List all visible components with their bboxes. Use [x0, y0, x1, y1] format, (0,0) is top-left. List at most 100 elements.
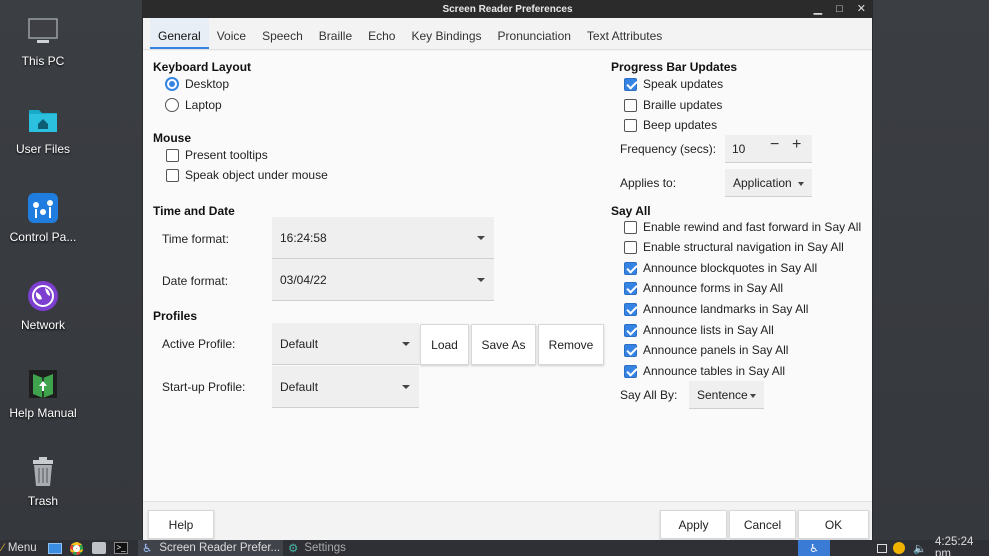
- volume-icon[interactable]: 🔈: [913, 540, 927, 556]
- desktop-icon-trash[interactable]: Trash: [0, 456, 86, 508]
- combo-value: 03/04/22: [280, 272, 327, 287]
- close-button[interactable]: ✕: [857, 1, 866, 18]
- checkbox-announce-tables[interactable]: Announce tables in Say All: [624, 362, 785, 380]
- remove-button[interactable]: Remove: [538, 324, 604, 365]
- terminal-icon[interactable]: >_: [114, 540, 128, 556]
- time-format-combo[interactable]: 16:24:58: [272, 217, 494, 259]
- notification-icon[interactable]: [877, 540, 887, 556]
- checkbox-indicator: [166, 148, 179, 162]
- dropdown-arrow-icon: [477, 277, 485, 282]
- desktop-icon-network[interactable]: Network: [0, 280, 86, 332]
- show-desktop-icon[interactable]: [48, 540, 62, 556]
- maximize-button[interactable]: □: [836, 1, 843, 18]
- book-icon: [27, 368, 59, 400]
- load-button[interactable]: Load: [420, 324, 469, 365]
- checkbox-enable-rewind[interactable]: Enable rewind and fast forward in Say Al…: [624, 218, 861, 236]
- radio-label: Laptop: [185, 98, 222, 112]
- active-profile-combo[interactable]: Default: [272, 323, 419, 365]
- checkbox-announce-lists[interactable]: Announce lists in Say All: [624, 321, 774, 339]
- tab-text-attributes[interactable]: Text Attributes: [579, 17, 670, 49]
- desktop-icon-label: User Files: [15, 142, 70, 156]
- radio-indicator: [165, 98, 179, 112]
- tab-braille[interactable]: Braille: [311, 17, 360, 49]
- spinbox-value: 10: [732, 141, 746, 156]
- accessibility-tray-icon[interactable]: ♿: [798, 540, 830, 556]
- desktop-icon-label: Trash: [27, 494, 59, 508]
- checkbox-indicator: [624, 220, 637, 234]
- taskbar-app-label: Settings: [304, 542, 346, 554]
- taskbar-app-settings[interactable]: ⚙ Settings: [288, 540, 346, 556]
- help-button[interactable]: Help: [148, 510, 214, 539]
- tab-pronunciation[interactable]: Pronunciation: [490, 17, 579, 49]
- taskbar: ⁄ Menu >_ ♿ Screen Reader Prefer... ⚙ Se…: [0, 536, 989, 556]
- checkbox-indicator: [624, 302, 637, 316]
- tab-echo[interactable]: Echo: [360, 17, 403, 49]
- file-manager-icon[interactable]: [92, 540, 106, 556]
- checkbox-label: Announce tables in Say All: [643, 364, 786, 378]
- apply-button[interactable]: Apply: [660, 510, 727, 539]
- radio-desktop[interactable]: Desktop: [165, 75, 229, 93]
- save-as-button[interactable]: Save As: [471, 324, 536, 365]
- browser-icon[interactable]: [70, 540, 83, 556]
- checkbox-announce-landmarks[interactable]: Announce landmarks in Say All: [624, 300, 808, 318]
- dropdown-value: Application: [733, 175, 792, 190]
- active-profile-label: Active Profile:: [162, 337, 236, 351]
- mouse-heading: Mouse: [153, 131, 192, 145]
- checkbox-present-tooltips[interactable]: Present tooltips: [166, 146, 268, 164]
- clock[interactable]: 4:25:24 pm: [935, 536, 989, 556]
- checkbox-braille-updates[interactable]: Braille updates: [624, 96, 722, 114]
- checkbox-speak-object-under-mouse[interactable]: Speak object under mouse: [166, 166, 328, 184]
- tab-voice[interactable]: Voice: [209, 17, 254, 49]
- combo-value: Default: [280, 379, 319, 394]
- checkbox-label: Announce lists in Say All: [643, 323, 774, 337]
- desktop-icon-user-files[interactable]: User Files: [0, 104, 86, 156]
- desktop-icon-label: Control Pa...: [9, 230, 77, 244]
- combo-value: Default: [280, 336, 319, 351]
- dropdown-arrow-icon: [402, 341, 410, 346]
- checkbox-announce-panels[interactable]: Announce panels in Say All: [624, 341, 788, 359]
- tab-general[interactable]: General: [150, 17, 209, 49]
- checkbox-speak-updates[interactable]: Speak updates: [624, 75, 723, 93]
- checkbox-announce-blockquotes[interactable]: Announce blockquotes in Say All: [624, 259, 817, 277]
- checkbox-indicator: [166, 168, 179, 182]
- date-format-combo[interactable]: 03/04/22: [272, 259, 494, 301]
- menu-logo-icon: ⁄: [2, 542, 4, 554]
- say-all-by-dropdown[interactable]: Sentence: [689, 381, 764, 409]
- increment-button[interactable]: +: [792, 136, 801, 154]
- desktop-icon-control-panel[interactable]: Control Pa...: [0, 192, 86, 244]
- settings-icon: ⚙: [288, 543, 299, 555]
- frequency-label: Frequency (secs):: [620, 142, 717, 156]
- accessibility-icon: ♿: [142, 543, 153, 555]
- taskbar-app-screen-reader[interactable]: ♿ Screen Reader Prefer...: [138, 540, 283, 556]
- ok-button[interactable]: OK: [798, 510, 869, 539]
- checkbox-label: Announce forms in Say All: [643, 281, 784, 295]
- frequency-spinbox[interactable]: 10 − +: [725, 135, 812, 163]
- keyboard-layout-heading: Keyboard Layout: [153, 60, 252, 74]
- checkbox-label: Announce blockquotes in Say All: [643, 261, 818, 275]
- applies-to-label: Applies to:: [620, 176, 677, 190]
- menu-button[interactable]: ⁄ Menu: [2, 540, 37, 556]
- date-format-label: Date format:: [162, 274, 229, 288]
- checkbox-enable-structural-navigation[interactable]: Enable structural navigation in Say All: [624, 238, 844, 256]
- tab-key-bindings[interactable]: Key Bindings: [403, 17, 489, 49]
- desktop-icon-help-manual[interactable]: Help Manual: [0, 368, 86, 420]
- minimize-button[interactable]: ▁: [814, 1, 822, 18]
- cancel-button[interactable]: Cancel: [729, 510, 796, 539]
- radio-laptop[interactable]: Laptop: [165, 96, 222, 114]
- applies-to-dropdown[interactable]: Application: [725, 169, 812, 197]
- checkbox-label: Speak object under mouse: [185, 168, 328, 182]
- checkbox-label: Enable structural navigation in Say All: [643, 240, 844, 254]
- checkbox-beep-updates[interactable]: Beep updates: [624, 116, 717, 134]
- tab-speech[interactable]: Speech: [254, 17, 311, 49]
- startup-profile-combo[interactable]: Default: [272, 366, 419, 408]
- window-titlebar[interactable]: Screen Reader Preferences ▁ □ ✕: [143, 1, 872, 18]
- checkbox-announce-forms[interactable]: Announce forms in Say All: [624, 279, 783, 297]
- desktop-icon-label: This PC: [21, 54, 65, 68]
- dropdown-value: Sentence: [697, 387, 748, 402]
- radio-label: Desktop: [185, 77, 230, 91]
- desktop-icon-this-pc[interactable]: This PC: [0, 16, 86, 68]
- decrement-button[interactable]: −: [770, 136, 779, 154]
- update-icon[interactable]: [893, 540, 905, 556]
- control-panel-icon: [27, 192, 59, 224]
- checkbox-label: Braille updates: [643, 98, 723, 112]
